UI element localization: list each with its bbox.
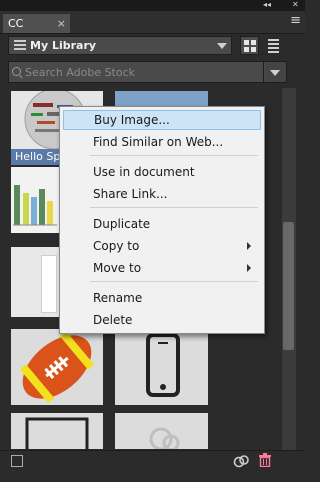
menu-item-label: Rename	[93, 291, 143, 305]
menu-item-delete[interactable]: Delete	[63, 310, 261, 330]
menu-item-label: Buy Image...	[94, 113, 170, 127]
menu-item-label: Delete	[93, 313, 133, 327]
phone-icon	[146, 333, 180, 397]
library-name: My Library	[30, 39, 97, 52]
menu-item-label: Find Similar on Web...	[93, 135, 224, 149]
collapse-panel-button[interactable]: ◂◂	[263, 0, 271, 10]
close-panel-button[interactable]: ✕	[292, 0, 299, 10]
scrollbar-thumb[interactable]	[283, 222, 294, 350]
panel-tabbar: CC Libraries × ≡	[0, 11, 305, 49]
menu-item-rename[interactable]: Rename	[63, 288, 261, 308]
asset-tile-football[interactable]	[11, 329, 103, 405]
stock-search-box	[8, 61, 287, 83]
menu-item-copy-to[interactable]: Copy to	[63, 236, 261, 256]
menu-item-use-in-document[interactable]: Use in document	[63, 162, 261, 182]
asset-tile-phone[interactable]	[115, 329, 208, 405]
menu-separator	[90, 281, 258, 282]
select-checkbox[interactable]	[11, 455, 23, 467]
menu-item-label: Use in document	[93, 165, 195, 179]
menu-item-move-to[interactable]: Move to	[63, 258, 261, 278]
trash-icon[interactable]	[259, 453, 271, 467]
asset-tile-tablet[interactable]	[11, 413, 103, 449]
menu-item-duplicate[interactable]: Duplicate	[63, 214, 261, 234]
menu-item-buy-image[interactable]: Buy Image...	[63, 110, 261, 130]
library-icon	[14, 40, 26, 50]
document-thumbnail	[41, 255, 57, 313]
search-input[interactable]	[9, 62, 265, 82]
search-options-dropdown[interactable]	[263, 62, 286, 82]
menu-item-find-similar[interactable]: Find Similar on Web...	[63, 132, 261, 152]
tab-cc-libraries[interactable]: CC Libraries ×	[3, 14, 70, 49]
library-dropdown[interactable]: My Library	[8, 36, 232, 55]
menu-separator	[90, 207, 258, 208]
football-icon	[19, 330, 95, 404]
creative-cloud-thumbnail-icon	[149, 427, 180, 449]
submenu-arrow-icon	[247, 264, 251, 272]
menu-item-label: Copy to	[93, 239, 140, 253]
menu-item-label: Share Link...	[93, 187, 168, 201]
panel-menu-icon[interactable]: ≡	[290, 13, 301, 28]
context-menu: Buy Image... Find Similar on Web... Use …	[59, 106, 265, 334]
tablet-icon	[25, 417, 89, 449]
menu-item-label: Duplicate	[93, 217, 151, 231]
list-view-button[interactable]	[264, 36, 283, 55]
creative-cloud-icon[interactable]	[233, 454, 249, 468]
grid-view-button[interactable]	[240, 36, 259, 55]
panel-topstrip	[0, 0, 305, 11]
asset-tile-cc[interactable]	[115, 413, 208, 449]
menu-item-label: Move to	[93, 261, 142, 275]
chevron-down-icon	[217, 43, 227, 49]
menu-separator	[90, 155, 258, 156]
search-icon	[12, 67, 21, 76]
tab-close-icon[interactable]: ×	[57, 14, 66, 33]
menu-item-share-link[interactable]: Share Link...	[63, 184, 261, 204]
submenu-arrow-icon	[247, 242, 251, 250]
